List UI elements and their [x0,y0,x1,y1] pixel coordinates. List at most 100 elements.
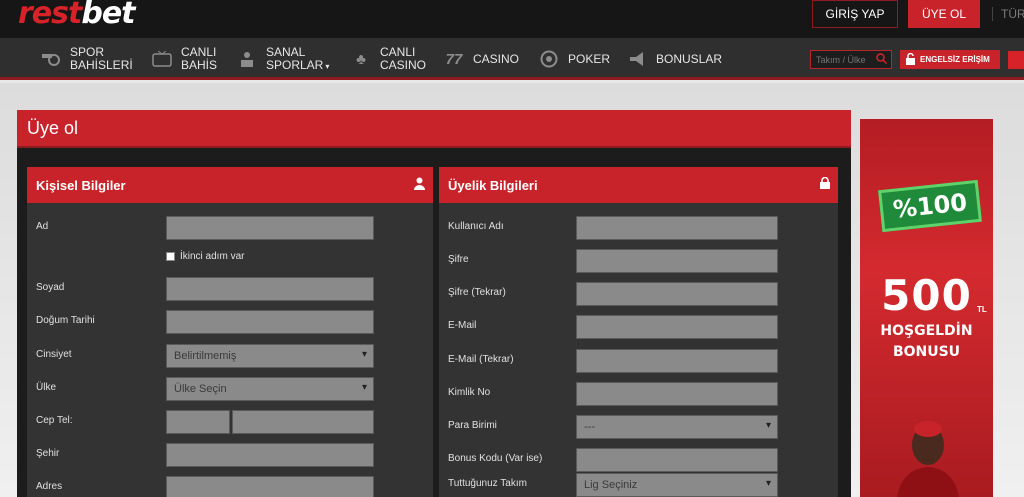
team-label: Tuttuğunuz Takım [448,478,527,489]
id-number-label: Kimlik No [448,387,491,398]
nav-item-live-betting[interactable]: CANLI BAHİS [151,38,217,80]
language-selector[interactable]: TÜR [992,7,1024,21]
nav-label: CASINO [473,51,520,66]
personal-info-title: Kişisel Bilgiler [36,177,126,193]
registration-panel: Üye ol Kişisel Bilgiler Ad İkinci adım v… [17,110,851,497]
phone-prefix-field[interactable] [166,410,230,434]
bonus-percent-badge: %100 [878,179,982,233]
last-name-field[interactable] [166,277,374,301]
password-repeat-label: Şifre (Tekrar) [448,287,506,298]
nav-item-sports-betting[interactable]: SPOR BAHİSLERİ [40,38,133,80]
nav-label: BAHİS [181,58,218,72]
gender-label: Cinsiyet [36,349,72,360]
checkbox-box[interactable] [166,252,175,261]
email-repeat-field[interactable] [576,349,778,373]
welcome-bonus-banner[interactable]: %100 500 TL HOŞGELDİN BONUSU [860,119,993,497]
phone-row: Cep Tel: [27,410,433,434]
currency-select[interactable]: --- [576,415,778,439]
city-row: Şehir [27,443,433,467]
nav-label: CANLI [181,45,217,59]
top-bar: restbet GİRİŞ YAP ÜYE OL TÜR [0,0,1024,38]
whistle-icon [40,50,62,68]
user-icon [414,177,425,193]
login-button[interactable]: GİRİŞ YAP [812,0,898,28]
logo-text-rest: rest [18,0,82,31]
address-row: Adres [27,476,433,497]
password-label: Şifre [448,254,469,265]
virtual-sports-icon [236,50,258,68]
bonus-code-field[interactable] [576,448,778,472]
nav-item-live-casino[interactable]: ♣ CANLI CASINO [350,38,426,80]
username-label: Kullanıcı Adı [448,221,504,232]
logo-text-bet: bet [81,0,135,31]
bonus-title-line1: HOŞGELDİN [880,323,973,339]
chevron-down-icon: ▾ [325,61,330,71]
last-name-row: Soyad [27,277,433,301]
city-label: Şehir [36,448,60,459]
nav-item-poker[interactable]: POKER [538,38,610,80]
search-input[interactable] [816,54,876,65]
accessibility-label: ENGELSİZ ERİŞİM [920,55,990,64]
nav-label: SPOR [70,45,105,59]
password-row: Şifre [439,249,838,273]
phone-label: Cep Tel: [36,415,73,426]
nav-item-bonuses[interactable]: BONUSLAR [626,38,722,80]
address-field[interactable] [166,476,374,497]
membership-info-card: Üyelik Bilgileri Kullanıcı Adı Şifre Şif… [439,167,838,497]
country-label: Ülke [36,382,57,393]
second-name-check-label: İkinci adım var [180,251,245,262]
nav-item-virtual-sports[interactable]: SANAL SPORLAR ▾ [236,38,329,80]
first-name-row: Ad [27,216,433,240]
first-name-field[interactable] [166,216,374,240]
gender-select[interactable]: Belirtilmemiş [166,344,374,368]
search-box [810,50,892,69]
bonus-currency: TL [977,305,987,314]
city-field[interactable] [166,443,374,467]
nav-label: POKER [568,51,611,66]
bonus-title-line2: BONUSU [892,344,961,360]
username-field[interactable] [576,216,778,240]
birth-date-row: Doğum Tarihi [27,310,433,334]
logo[interactable]: restbet [18,0,136,31]
country-row: Ülke Ülke Seçin [27,377,433,401]
accessibility-button[interactable]: ENGELSİZ ERİŞİM [900,50,1000,69]
main-nav: SPOR BAHİSLERİ CANLI BAHİS SANAL SPORLAR ▾ ♣… [0,38,1024,80]
nav-label: SPORLAR [266,57,324,72]
country-select[interactable]: Ülke Seçin [166,377,374,401]
cards-icon: ♣ [356,50,366,68]
nav-item-casino[interactable]: 77 CASINO [443,38,519,80]
team-select[interactable]: Lig Seçiniz [576,473,778,497]
register-button[interactable]: ÜYE OL [908,0,980,28]
nav-label: SANAL [266,44,306,59]
password-repeat-field[interactable] [576,282,778,306]
id-number-field[interactable] [576,382,778,406]
membership-info-header: Üyelik Bilgileri [439,167,838,203]
seven-icon: 77 [445,50,463,68]
email-row: E-Mail [439,315,838,339]
extra-menu-button[interactable] [1008,51,1024,69]
birth-date-field[interactable] [166,310,374,334]
second-name-checkbox[interactable]: İkinci adım var [166,251,244,262]
password-field[interactable] [576,249,778,273]
nav-label: CASINO [380,58,427,72]
address-label: Adres [36,481,63,492]
personal-info-card: Kişisel Bilgiler Ad İkinci adım var Soya… [27,167,433,497]
birth-date-label: Doğum Tarihi [36,315,95,326]
currency-row: Para Birimi --- [439,415,838,439]
last-name-label: Soyad [36,282,65,293]
id-number-row: Kimlik No [439,382,838,406]
username-row: Kullanıcı Adı [439,216,838,240]
team-row: Tuttuğunuz Takım Lig Seçiniz [439,473,838,497]
nav-label: CANLI [380,45,416,59]
email-repeat-row: E-Mail (Tekrar) [439,349,838,373]
poker-chip-icon [538,50,560,68]
search-icon[interactable] [876,53,888,67]
personal-info-header: Kişisel Bilgiler [27,167,433,203]
phone-number-field[interactable] [232,410,374,434]
bonus-amount: 500 [881,271,972,320]
email-field[interactable] [576,315,778,339]
currency-label: Para Birimi [448,420,497,431]
email-repeat-label: E-Mail (Tekrar) [448,354,514,365]
nav-label: BONUSLAR [656,51,723,66]
player-image [888,417,968,497]
